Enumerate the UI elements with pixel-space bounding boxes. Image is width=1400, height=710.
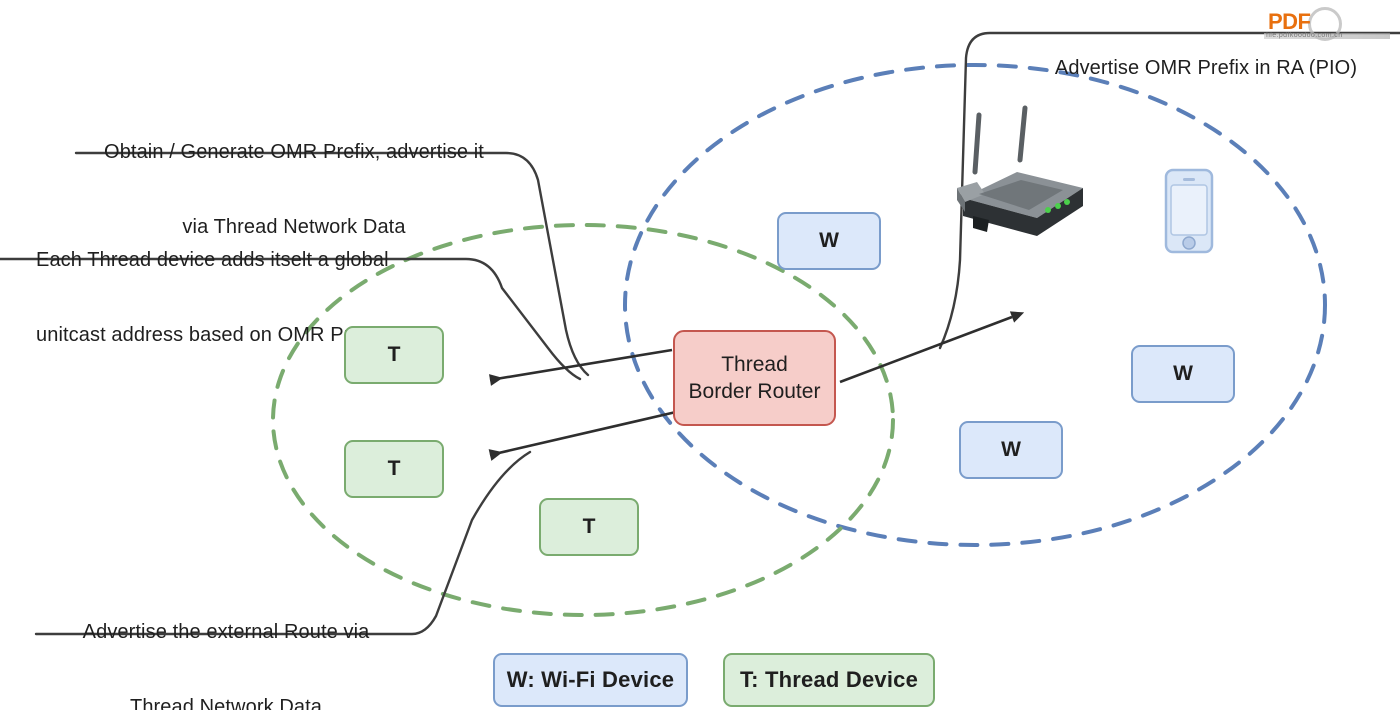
wifi-device-2[interactable]: W [1131, 345, 1235, 403]
thread-border-router[interactable]: Thread Border Router [673, 330, 836, 426]
arrow-tbr-to-thread-upper [489, 348, 673, 386]
smartphone-icon [1164, 168, 1214, 254]
diagram-canvas: Advertise OMR Prefix in RA (PIO) Obtain … [0, 0, 1400, 710]
thread-device-2-label: T [387, 457, 401, 480]
arrow-tbr-to-thread-lower [488, 410, 677, 461]
legend-item-wifi-label: W: Wi-Fi Device [506, 667, 675, 692]
thread-device-1[interactable]: T [344, 326, 444, 384]
thread-device-2[interactable]: T [344, 440, 444, 498]
annotation-obtain-generate-line1: Obtain / Generate OMR Prefix, advertise … [104, 141, 484, 163]
wifi-device-3[interactable]: W [959, 421, 1063, 479]
wifi-device-2-label: W [1173, 362, 1193, 385]
arrow-tbr-to-wifi [839, 311, 1025, 384]
wifi-device-1-label: W [819, 229, 839, 252]
thread-border-router-line1: Thread [721, 352, 788, 376]
wifi-device-3-label: W [1001, 438, 1021, 461]
annotation-external-route-line2: Thread Network Data [130, 696, 322, 710]
annotation-ra-pio: Advertise OMR Prefix in RA (PIO) [1012, 6, 1400, 131]
thread-border-router-line2: Border Router [688, 380, 821, 403]
legend-item-thread: T: Thread Device [723, 653, 935, 707]
thread-device-1-label: T [387, 343, 401, 366]
legend-item-thread-label: T: Thread Device [739, 667, 919, 692]
annotation-ra-pio-line1: Advertise OMR Prefix in RA (PIO) [1054, 57, 1358, 79]
legend-item-wifi: W: Wi-Fi Device [493, 653, 688, 707]
wifi-device-1[interactable]: W [777, 212, 881, 270]
annotation-each-thread-device-line1: Each Thread device adds itselt a global [36, 249, 389, 271]
thread-device-3[interactable]: T [539, 498, 639, 556]
thread-device-3-label: T [582, 515, 596, 538]
annotation-external-route: Advertise the external Route via Thread … [36, 570, 416, 710]
annotation-external-route-line1: Advertise the external Route via [82, 621, 370, 643]
